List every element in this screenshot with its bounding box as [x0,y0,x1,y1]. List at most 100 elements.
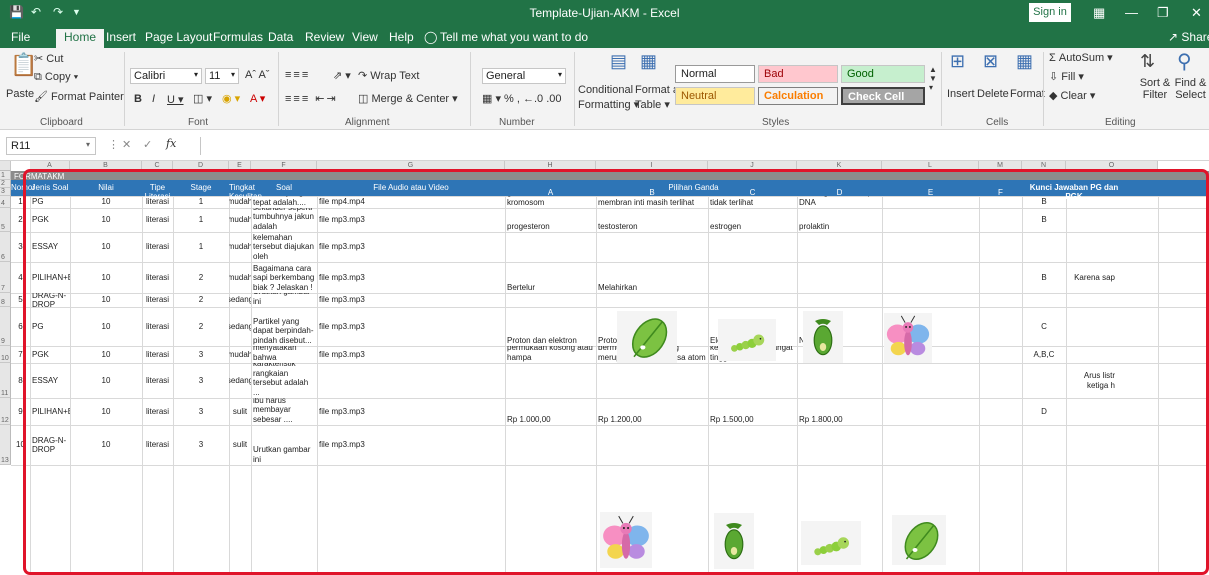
cell-soal[interactable]: Hormon yang berfungsi dalam spermatogene… [251,208,317,232]
format-cells-icon[interactable]: ▦ [1016,51,1033,72]
font-color-icon[interactable]: A ▾ [250,92,265,105]
maximize-icon[interactable]: ❐ [1157,5,1169,21]
column-header[interactable]: C [142,161,173,171]
bold-icon[interactable]: B [134,93,142,105]
cell-kunci[interactable]: A,B,C [1022,346,1066,363]
cell-jenis[interactable]: PG [30,196,70,208]
format-button[interactable]: Format [1010,88,1045,100]
tab-view[interactable]: View [352,30,378,44]
tab-data[interactable]: Data [268,30,293,44]
column-header[interactable]: K [797,161,882,171]
cell-stage[interactable]: 1 [173,208,229,232]
column-header[interactable]: G [317,161,505,171]
cell-tipe[interactable]: literasi [142,293,173,307]
cell-file[interactable]: file mp3.mp3 [317,262,505,293]
cell-jenis[interactable]: PGK [30,208,70,232]
cell-a[interactable]: Rp 1.000,00 [505,398,596,425]
row-header[interactable]: 10 [0,346,11,363]
cell-jenis[interactable]: DRAG-N-DROP [30,293,70,307]
cell-d[interactable] [797,425,882,465]
cell-file[interactable]: file mp4.mp4 [317,196,505,208]
borders-icon[interactable]: ◫ ▾ [193,92,212,105]
cell-c[interactable] [708,293,797,307]
cell-b[interactable]: membran inti masih terlihat [596,196,708,208]
minimize-icon[interactable]: — [1125,5,1138,20]
cell-tipe[interactable]: literasi [142,232,173,262]
cell-extra[interactable]: Karena sap [1066,262,1117,293]
cell-stage[interactable]: 3 [173,398,229,425]
column-header[interactable]: O [1066,161,1158,171]
cell-stage[interactable]: 3 [173,363,229,398]
insert-function-button[interactable]: fx [166,137,176,150]
ribbon-display-icon[interactable]: ▦ [1093,5,1105,21]
cell-jenis[interactable]: PILIHAN+ESSAY [30,262,70,293]
cell-stage[interactable]: 2 [173,262,229,293]
cell-kunci[interactable]: D [1022,398,1066,425]
cell-a[interactable]: Proton dan elektron [505,307,596,346]
grow-font-icon[interactable]: Aˆ Aˇ [245,69,269,81]
cell-kunci[interactable] [1022,425,1066,465]
cell-c[interactable] [708,232,797,262]
styles-scroll-icon[interactable]: ▲ ▼ ▾ [929,65,937,92]
tell-me-search[interactable]: Tell me what you want to do [440,30,588,44]
column-header[interactable]: L [882,161,979,171]
close-icon[interactable]: ✕ [1191,5,1202,21]
cell-file[interactable]: file mp3.mp3 [317,307,505,346]
cell-kunci[interactable]: B [1022,196,1066,208]
cell-tingkat[interactable]: sedang [229,307,251,346]
cell-tipe[interactable]: literasi [142,307,173,346]
cell-b[interactable] [596,293,708,307]
cell-soal[interactable]: Bagaimana cara sapi berkembang biak ? Je… [251,262,317,293]
orientation-icon[interactable]: ⇗ ▾ [333,69,351,82]
cell-stage[interactable]: 1 [173,232,229,262]
caterpillar-image[interactable] [718,319,776,361]
wrap-text-button[interactable]: ↷ Wrap Text [358,69,419,82]
cell-tingkat[interactable]: mudah [229,262,251,293]
conditional-formatting-button[interactable]: Conditional [578,84,633,96]
column-header[interactable]: M [979,161,1022,171]
sign-in-button[interactable]: Sign in [1029,3,1071,22]
cell-stage[interactable]: 3 [173,425,229,465]
cell-tingkat[interactable]: mudah [229,196,251,208]
tab-help[interactable]: Help [389,30,414,44]
cell-nilai[interactable]: 10 [70,293,142,307]
cell-file[interactable]: file mp3.mp3 [317,232,505,262]
sort-filter-icon[interactable]: ⇅ [1140,51,1155,72]
cell-c[interactable] [708,262,797,293]
cell-nilai[interactable]: 10 [70,307,142,346]
column-header[interactable]: H [505,161,596,171]
cell-tingkat[interactable]: sulit [229,398,251,425]
cell-d[interactable] [797,293,882,307]
cell-a[interactable]: Sebagian besar dari atom merupakan permu… [505,346,596,363]
insert-button[interactable]: Insert [947,88,975,100]
cell-b[interactable] [596,425,708,465]
column-header[interactable]: E [229,161,251,171]
cell-nilai[interactable]: 10 [70,425,142,465]
cell-no[interactable]: 4 [11,262,30,293]
cell-soal[interactable]: Partikel yang dapat berpindah-pindah dis… [251,307,317,346]
cell-soal[interactable]: Urutkan gambar ini [251,425,317,465]
cell-tingkat[interactable]: sedang [229,363,251,398]
cell-no[interactable]: 6 [11,307,30,346]
cell-a[interactable]: Bertelur [505,262,596,293]
cell-d[interactable] [797,363,882,398]
tab-formulas[interactable]: Formulas [213,30,263,44]
cell-tipe[interactable]: literasi [142,346,173,363]
cell-d[interactable] [797,232,882,262]
tab-insert[interactable]: Insert [106,30,136,44]
row-header[interactable]: 6 [0,232,11,262]
cell-soal[interactable]: Tiga buah hambatan listrik dipasang seca… [251,363,317,398]
conditional-formatting-icon[interactable]: ▤ [610,51,627,72]
cell-nilai[interactable]: 10 [70,196,142,208]
tab-page-layout[interactable]: Page Layout [145,30,212,44]
cell-b[interactable] [596,232,708,262]
delete-button[interactable]: Delete [977,88,1009,100]
select-all-corner[interactable] [0,161,11,171]
cell-a[interactable]: progesteron [505,208,596,232]
cell-tipe[interactable]: literasi [142,262,173,293]
row-header[interactable]: 13 [0,425,11,465]
cell-tipe[interactable]: literasi [142,363,173,398]
cell-stage[interactable]: 2 [173,293,229,307]
format-as-table-icon[interactable]: ▦ [640,51,657,72]
style-calculation[interactable]: Calculation [758,87,838,105]
